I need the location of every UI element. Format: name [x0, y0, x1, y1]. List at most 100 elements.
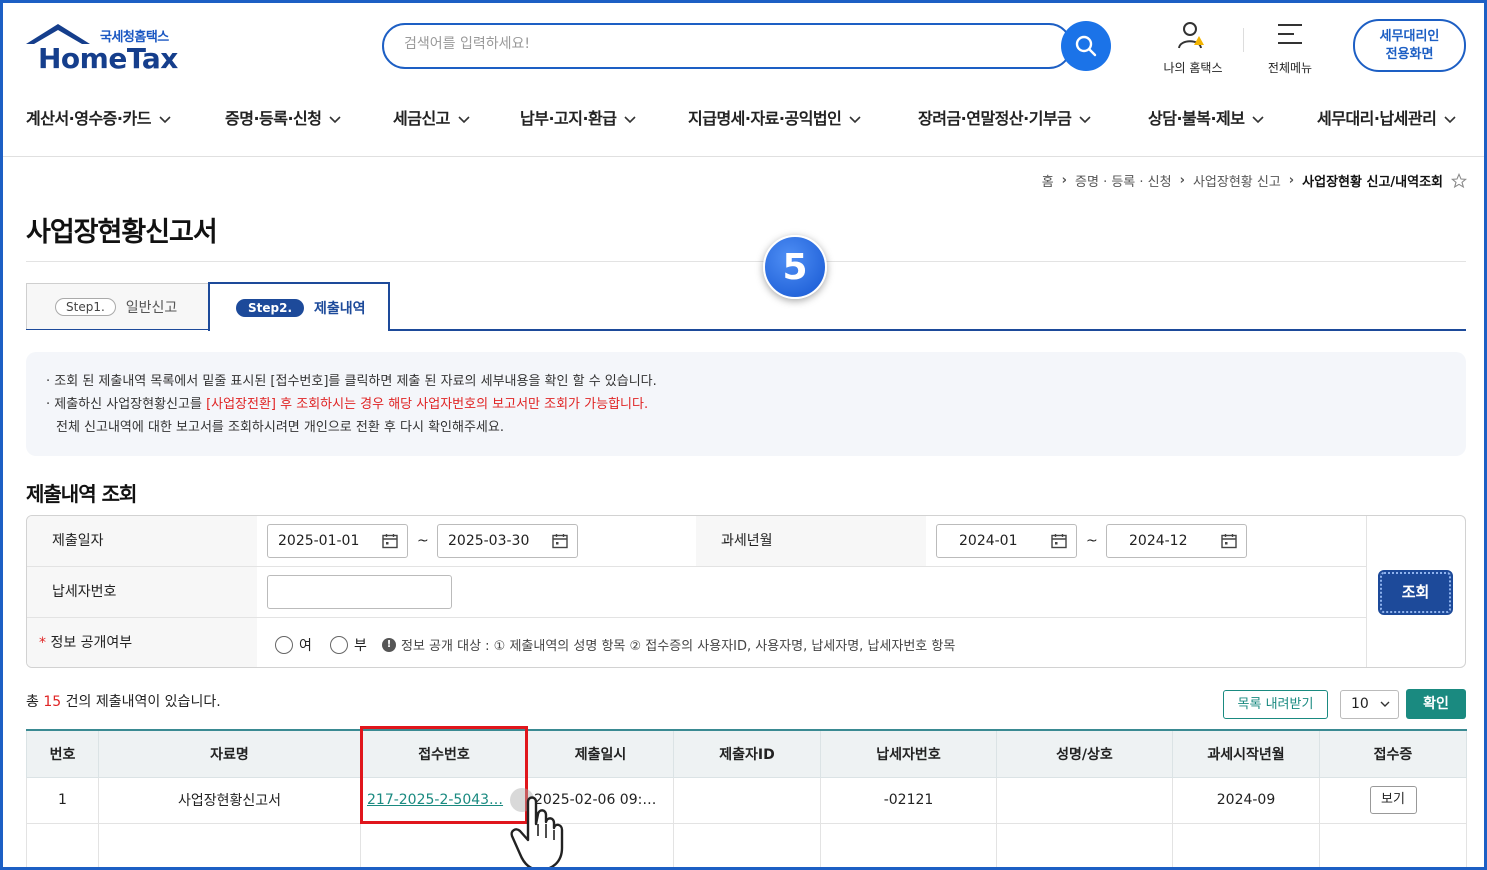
- tax-period-to[interactable]: 2024-12: [1106, 524, 1247, 558]
- cell-empty: [1319, 822, 1467, 870]
- col-header-submitted-at: 제출일시: [527, 729, 674, 778]
- main-navigation: 계산서·영수증·카드 증명·등록·신청 세금신고 납부·고지·환급 지급명세·자…: [0, 95, 1487, 137]
- col-header-receipt-no: 접수번호: [360, 729, 528, 778]
- breadcrumb-home[interactable]: 홈: [1042, 171, 1054, 190]
- page-size-select[interactable]: 10: [1340, 690, 1399, 719]
- calendar-icon[interactable]: [1221, 533, 1237, 549]
- chevron-down-icon: [1252, 115, 1265, 123]
- tax-agent-screen-button[interactable]: 세무대리인 전용화면: [1353, 19, 1466, 72]
- notice-box: · 조회 된 제출내역 목록에서 밑줄 표시된 [접수번호]를 클릭하면 제출 …: [26, 352, 1466, 456]
- cell-empty: [26, 822, 99, 870]
- search-input[interactable]: [404, 36, 1004, 52]
- cell-receipt: 보기: [1319, 776, 1467, 824]
- chevron-down-icon: [1079, 115, 1091, 123]
- cell-name: 사업장현황신고서: [98, 776, 361, 824]
- nav-item-statements[interactable]: 지급명세·자료·공익법인: [688, 105, 861, 129]
- form-row-dates: 제출일자 2025-01-01 ~ 2025-03-30 과세년월 2024-0…: [27, 516, 1366, 567]
- search-form: 제출일자 2025-01-01 ~ 2025-03-30 과세년월 2024-0…: [26, 515, 1466, 668]
- notice-line-2: · 제출하신 사업장현황신고를 [사업장전환] 후 조회하시는 경우 해당 사업…: [46, 397, 649, 412]
- breadcrumb-current: 사업장현황 신고/내역조회: [1302, 175, 1443, 190]
- submit-date-label: 제출일자: [27, 516, 257, 566]
- breadcrumb: 홈 › 증명 · 등록 · 신청 › 사업장현황 신고 › 사업장현황 신고/내…: [1042, 171, 1467, 190]
- download-list-button[interactable]: 목록 내려받기: [1223, 690, 1328, 719]
- all-menu-label: 전체메뉴: [1267, 61, 1313, 75]
- tab-step1-general[interactable]: Step1. 일반신고: [26, 283, 209, 330]
- tax-period-from[interactable]: 2024-01: [936, 524, 1077, 558]
- calendar-icon[interactable]: [1051, 533, 1067, 549]
- receipt-number-link[interactable]: 217-2025-2-5043…: [367, 792, 503, 808]
- cell-empty: [820, 822, 997, 870]
- radio-circle[interactable]: [275, 636, 293, 654]
- search-icon: [1075, 35, 1097, 57]
- disclosure-label: * 정보 공개여부: [27, 618, 257, 667]
- cell-taxpayer-no: -02121: [820, 776, 997, 824]
- my-hometax-label: 나의 홈택스: [1163, 61, 1223, 75]
- col-header-no: 번호: [26, 729, 99, 778]
- star-favorite-icon[interactable]: [1451, 172, 1467, 189]
- disclosure-no-radio[interactable]: 부: [330, 635, 367, 655]
- cell-submitter-id: [673, 776, 821, 824]
- disclosure-yes-radio[interactable]: 여: [275, 635, 312, 655]
- hamburger-menu-icon: [1278, 24, 1302, 44]
- agent-line1: 세무대리인: [1379, 29, 1440, 44]
- period-range-tilde: ~: [1086, 533, 1098, 549]
- step-number-badge: 5: [763, 235, 827, 299]
- breadcrumb-business-report[interactable]: 사업장현황 신고: [1193, 171, 1281, 190]
- global-search: [382, 23, 1072, 69]
- breadcrumb-separator: ›: [1288, 173, 1295, 188]
- nav-divider: [3, 156, 1484, 157]
- chevron-down-icon: [329, 115, 342, 123]
- submit-date-from[interactable]: 2025-01-01: [267, 524, 408, 558]
- date-range-tilde: ~: [417, 533, 429, 549]
- radio-circle[interactable]: [330, 636, 348, 654]
- tab-step2-history[interactable]: Step2. 제출내역: [208, 282, 390, 331]
- table-header-row: 번호 자료명 접수번호 제출일시 제출자ID 납세자번호 성명/상호 과세시작년…: [26, 729, 1467, 778]
- search-button[interactable]: [1061, 21, 1111, 71]
- all-menu-link[interactable]: 전체메뉴: [1262, 20, 1318, 76]
- nav-item-tax-agent[interactable]: 세무대리·납세관리: [1317, 105, 1456, 129]
- taxpayer-no-label: 납세자번호: [27, 567, 257, 617]
- chevron-down-icon: [159, 115, 171, 123]
- header-divider: [1243, 28, 1244, 52]
- calendar-icon[interactable]: [552, 533, 568, 549]
- chevron-down-icon: [849, 115, 861, 123]
- breadcrumb-certificates[interactable]: 증명 · 등록 · 신청: [1075, 171, 1172, 190]
- nav-item-consultation[interactable]: 상담·불복·제보: [1148, 105, 1265, 129]
- user-icon: [1178, 22, 1204, 49]
- hometax-logo[interactable]: 국세청홈택스 HomeTax: [24, 22, 184, 75]
- tab-step2-pill: Step2.: [236, 298, 305, 317]
- search-submit-button[interactable]: 조회: [1378, 570, 1453, 615]
- tab-baseline: [389, 329, 1466, 331]
- section-title: 제출내역 조회: [26, 482, 137, 506]
- breadcrumb-separator: ›: [1061, 173, 1068, 188]
- form-row-disclosure: * 정보 공개여부 여 부 ! 정보 공개 대상 : ① 제출내역의 성명 항목 …: [27, 618, 1366, 667]
- nav-item-certificates[interactable]: 증명·등록·신청: [225, 105, 342, 129]
- nav-item-incentives[interactable]: 장려금·연말정산·기부금: [918, 105, 1091, 129]
- disclosure-info: ! 정보 공개 대상 : ① 제출내역의 성명 항목 ② 접수증의 사용자ID, …: [382, 635, 955, 654]
- form-row-taxpayer: 납세자번호: [27, 567, 1366, 618]
- col-header-name: 자료명: [98, 729, 361, 778]
- breadcrumb-separator: ›: [1179, 173, 1185, 188]
- chevron-down-icon: [1444, 115, 1456, 123]
- my-hometax-link[interactable]: 나의 홈택스: [1158, 20, 1228, 76]
- nav-item-invoices[interactable]: 계산서·영수증·카드: [26, 105, 171, 129]
- nav-item-tax-filing[interactable]: 세금신고: [393, 105, 470, 129]
- page-title: 사업장현황신고서: [26, 217, 218, 248]
- nav-item-payment[interactable]: 납부·고지·환급: [520, 105, 637, 129]
- info-icon: !: [382, 637, 396, 652]
- cell-empty: [98, 822, 361, 870]
- cell-owner: [996, 776, 1173, 824]
- chevron-down-icon: [624, 115, 637, 123]
- calendar-icon[interactable]: [382, 533, 398, 549]
- result-count: 총 15 건의 제출내역이 있습니다.: [26, 694, 221, 710]
- view-receipt-button[interactable]: 보기: [1369, 786, 1417, 814]
- taxpayer-no-input[interactable]: [267, 575, 452, 609]
- confirm-button[interactable]: 확인: [1406, 689, 1466, 719]
- tab-baseline: [26, 329, 209, 330]
- table-row: 1 사업장현황신고서 217-2025-2-5043… 2025-02-06 0…: [26, 776, 1467, 824]
- submission-table: 번호 자료명 접수번호 제출일시 제출자ID 납세자번호 성명/상호 과세시작년…: [26, 729, 1467, 870]
- submit-date-to[interactable]: 2025-03-30: [437, 524, 578, 558]
- cell-receipt-no: 217-2025-2-5043…: [360, 776, 528, 824]
- cell-period-start: 2024-09: [1172, 776, 1320, 824]
- col-header-submitter-id: 제출자ID: [673, 729, 821, 778]
